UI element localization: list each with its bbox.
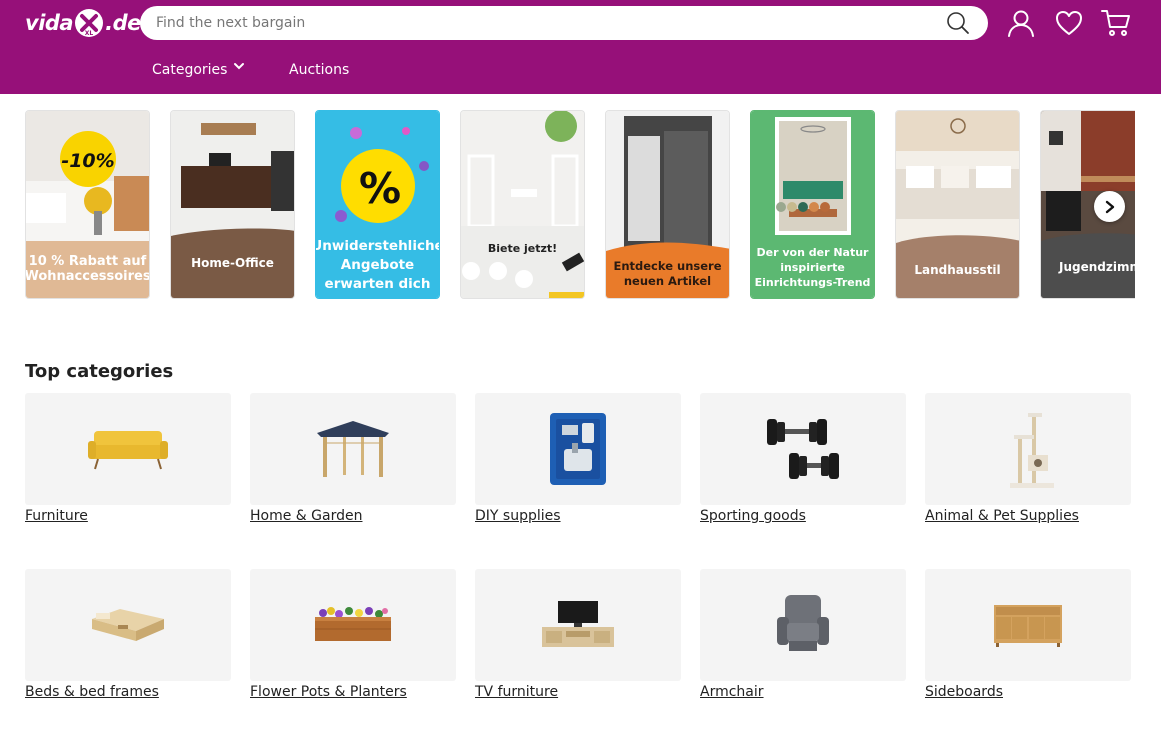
promo-banner-3-badge: % [359, 164, 401, 213]
category-tile-home-garden[interactable]: Home & Garden [250, 393, 457, 524]
logo-badge-text: XL [85, 30, 94, 37]
category-label[interactable]: Beds & bed frames [25, 684, 232, 700]
category-tile-beds-bed-frames[interactable]: Beds & bed frames [25, 569, 232, 700]
promo-banner-1-badge: -10% [61, 150, 114, 172]
promo-banner-2[interactable]: Home-Office [170, 110, 295, 299]
tv-stand-icon [542, 601, 614, 647]
category-label[interactable]: Animal & Pet Supplies [925, 508, 1132, 524]
armchair-icon [777, 595, 829, 651]
site-header: vida XL .de Categories Auctions [0, 0, 1161, 94]
category-tile-sideboards[interactable]: Sideboards [925, 569, 1132, 700]
promo-banner-4-image [461, 111, 584, 298]
logo-text-right: .de [105, 11, 141, 35]
category-label[interactable]: Home & Garden [250, 508, 457, 524]
promo-banner-4[interactable]: Biete jetzt! [460, 110, 585, 299]
promo-banner-3-caption: Unwiderstehliche Angebote erwarten dich [315, 238, 440, 292]
sideboard-icon [994, 605, 1062, 647]
bed-frame-icon [92, 609, 164, 641]
promo-carousel: -10% 10 % Rabatt auf Wohnaccessoires Hom… [25, 110, 1135, 300]
nav-auctions-label: Auctions [289, 62, 350, 78]
search-icon[interactable] [946, 11, 970, 35]
promo-banner-2-caption: Home-Office [191, 255, 274, 270]
logo-badge-icon: XL [75, 9, 104, 37]
nav-auctions[interactable]: Auctions [289, 62, 349, 78]
category-label[interactable]: TV furniture [475, 684, 682, 700]
promo-banner-7[interactable]: Landhausstil [895, 110, 1020, 299]
promo-banner-5-caption: Entdecke unsere neuen Artikel [613, 259, 722, 288]
cart-icon[interactable] [1101, 8, 1131, 38]
category-label[interactable]: Sporting goods [700, 508, 907, 524]
category-tile-armchair[interactable]: Armchair [700, 569, 907, 700]
site-logo[interactable]: vida XL .de [25, 8, 141, 38]
chevron-right-icon [1105, 200, 1114, 213]
category-thumb [25, 569, 231, 681]
heart-icon[interactable] [1054, 8, 1084, 38]
promo-banner-5[interactable]: Entdecke unsere neuen Artikel [605, 110, 730, 299]
nav-categories-label: Categories [152, 62, 228, 78]
category-label[interactable]: Flower Pots & Planters [250, 684, 457, 700]
account-icon[interactable] [1006, 8, 1036, 38]
category-thumb [475, 393, 681, 505]
promo-banner-1[interactable]: -10% 10 % Rabatt auf Wohnaccessoires [25, 110, 150, 299]
promo-banner-6-caption: Der von der Natur inspirierte Einrichtun… [754, 245, 871, 289]
promo-banner-4-caption: Biete jetzt! [487, 241, 558, 255]
logo-text-left: vida [25, 11, 74, 35]
promo-banner-8-caption: Jugendzimmer [1059, 259, 1135, 274]
promo-banner-7-caption: Landhausstil [914, 262, 1001, 277]
category-thumb [250, 393, 456, 505]
category-label[interactable]: Armchair [700, 684, 907, 700]
promo-banner-6[interactable]: Der von der Natur inspirierte Einrichtun… [750, 110, 875, 299]
category-tile-tv-furniture[interactable]: TV furniture [475, 569, 682, 700]
category-thumb [250, 569, 456, 681]
category-label[interactable]: DIY supplies [475, 508, 682, 524]
promo-banner-3[interactable]: % Unwiderstehliche Angebote erwarten dic… [315, 110, 440, 299]
category-thumb [925, 569, 1131, 681]
category-label[interactable]: Furniture [25, 508, 232, 524]
promo-banner-1-caption: 10 % Rabatt auf Wohnaccessoires [25, 253, 150, 284]
chevron-down-icon [234, 63, 245, 70]
search-input[interactable] [156, 6, 916, 40]
top-categories-heading: Top categories [25, 361, 174, 382]
carousel-next-button[interactable] [1094, 191, 1125, 222]
sofa-icon [88, 431, 168, 470]
cat-tree-icon [1010, 413, 1054, 488]
gazebo-icon [317, 421, 389, 477]
category-thumb [700, 393, 906, 505]
category-tile-furniture[interactable]: Furniture [25, 393, 232, 524]
nav-categories[interactable]: Categories [152, 62, 245, 78]
category-tile-sporting-goods[interactable]: Sporting goods [700, 393, 907, 524]
search-bar [140, 6, 988, 40]
category-thumb [700, 569, 906, 681]
planter-icon [315, 607, 391, 641]
dumbbells-icon [767, 419, 839, 479]
category-tile-animal-pet-supplies[interactable]: Animal & Pet Supplies [925, 393, 1132, 524]
category-label[interactable]: Sideboards [925, 684, 1132, 700]
spray-gun-case-icon [550, 413, 606, 485]
category-tile-flower-pots-planters[interactable]: Flower Pots & Planters [250, 569, 457, 700]
category-thumb [25, 393, 231, 505]
category-tile-diy-supplies[interactable]: DIY supplies [475, 393, 682, 524]
category-thumb [925, 393, 1131, 505]
category-thumb [475, 569, 681, 681]
